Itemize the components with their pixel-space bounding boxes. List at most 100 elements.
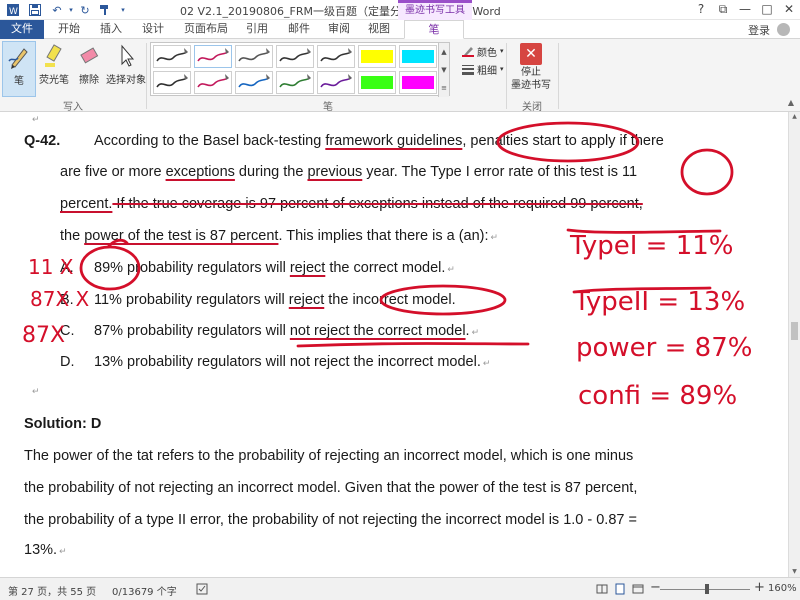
select-objects-button[interactable]: 选择对象 <box>106 41 146 97</box>
user-icon[interactable] <box>777 23 790 36</box>
pens-group-label: 笔 <box>323 102 333 113</box>
gallery-scroll-down-icon[interactable]: ▼ <box>438 61 449 79</box>
svg-text:W: W <box>9 7 18 17</box>
pen-swatch-2[interactable] <box>194 45 232 68</box>
option-a-text: 89% probability regulators will reject t… <box>94 260 455 276</box>
pen-tool-button[interactable]: 笔 <box>2 41 36 97</box>
option-d-text: 13% probability regulators will not reje… <box>94 354 490 370</box>
pen-swatch-8[interactable] <box>153 71 191 94</box>
pen-swatch-11[interactable] <box>276 71 314 94</box>
help-button[interactable]: ? <box>690 0 712 20</box>
pen-swatch-1[interactable] <box>153 45 191 68</box>
maximize-button[interactable]: □ <box>756 0 778 20</box>
pen-swatch-5[interactable] <box>317 45 355 68</box>
scroll-down-icon[interactable]: ▼ <box>789 567 800 577</box>
pen-swatch-12[interactable] <box>317 71 355 94</box>
zoom-out-button[interactable]: − <box>650 580 661 595</box>
gallery-more-icon[interactable]: ≡ <box>438 79 449 97</box>
underlined-text: reject <box>289 260 326 276</box>
text-run: 13%. <box>24 542 58 558</box>
tab-insert[interactable]: 插入 <box>94 20 128 39</box>
pen-stroke-icon <box>320 74 352 88</box>
group-separator <box>558 43 559 109</box>
close-button[interactable]: ✕ <box>778 0 800 20</box>
paragraph-mark: ↵ <box>447 264 455 274</box>
web-layout-icon[interactable] <box>632 583 644 595</box>
save-icon[interactable] <box>26 1 44 19</box>
text-run: year. The Type I error rate of this test… <box>362 164 638 180</box>
customize-qat-icon[interactable]: ▾ <box>114 1 132 19</box>
highlighter-swatch-icon <box>402 76 434 89</box>
zoom-level[interactable]: 160% <box>768 583 797 594</box>
tab-mailings[interactable]: 邮件 <box>282 20 316 39</box>
chevron-down-icon: ▾ <box>500 47 504 55</box>
pen-stroke-icon <box>279 74 311 88</box>
zoom-slider-thumb[interactable] <box>705 584 709 594</box>
pen-swatch-10[interactable] <box>235 71 273 94</box>
print-layout-icon[interactable] <box>614 583 626 595</box>
zoom-in-button[interactable]: + <box>754 580 765 595</box>
pen-swatch-13[interactable] <box>358 71 396 94</box>
solution-line-4: 13%. ↵ <box>24 542 67 558</box>
tab-review[interactable]: 审阅 <box>322 20 356 39</box>
question-number: Q-42. <box>24 133 61 149</box>
line-thickness-icon <box>462 65 474 75</box>
scrollbar-thumb[interactable] <box>791 322 798 340</box>
scroll-up-icon[interactable]: ▲ <box>789 112 800 122</box>
stop-inking-label-1: 停止 <box>521 67 541 78</box>
proofing-icon[interactable] <box>196 583 208 595</box>
ink-underline <box>566 228 722 234</box>
option-d-letter: D. <box>60 354 75 370</box>
ink-note-87x: 87X <box>22 323 65 348</box>
format-painter-icon[interactable] <box>96 1 114 19</box>
question-line-4: the power of the test is 87 percent. Thi… <box>60 228 498 244</box>
ink-thickness-button[interactable]: 粗细 ▾ <box>462 61 504 77</box>
underlined-text: reject <box>288 292 325 308</box>
stop-inking-button[interactable]: ✕ 停止 墨迹书写 <box>508 42 554 96</box>
pen-swatch-3[interactable] <box>235 45 273 68</box>
paragraph-mark: ↵ <box>32 114 40 124</box>
eraser-tool-button[interactable]: 擦除 <box>72 41 106 97</box>
tab-home[interactable]: 开始 <box>52 20 86 39</box>
option-c-letter: C. <box>60 323 75 339</box>
tab-references[interactable]: 引用 <box>240 20 274 39</box>
pen-swatch-14[interactable] <box>399 71 437 94</box>
pen-stroke-icon <box>156 48 188 62</box>
solution-line-3: the probability of a type II error, the … <box>24 512 637 528</box>
word-app-icon[interactable]: W <box>4 1 22 19</box>
collapse-ribbon-icon[interactable]: ▲ <box>788 98 794 107</box>
gallery-scroll-up-icon[interactable]: ▲ <box>438 43 449 61</box>
ribbon-display-options-button[interactable]: ⧉ <box>712 0 734 20</box>
question-line-1: According to the Basel back-testing fram… <box>94 133 664 149</box>
pen-swatch-4[interactable] <box>276 45 314 68</box>
underlined-text: power of the test is 87 percent <box>84 228 279 244</box>
tab-view[interactable]: 视图 <box>362 20 396 39</box>
write-group-label: 写入 <box>63 102 83 113</box>
chevron-down-icon: ▾ <box>500 65 504 73</box>
tab-layout[interactable]: 页面布局 <box>178 20 234 39</box>
redo-icon[interactable]: ↻ <box>76 1 94 19</box>
text-run: . <box>465 323 470 339</box>
text-run: 13% probability regulators will not reje… <box>94 354 481 370</box>
highlighter-tool-button[interactable]: 荧光笔 <box>36 41 72 97</box>
tab-design[interactable]: 设计 <box>136 20 170 39</box>
pen-swatch-6[interactable] <box>358 45 396 68</box>
tab-pen[interactable]: 笔 <box>404 20 464 39</box>
title-bar: W ↶ ▾ ↻ ▾ 02 V2.1_20190806_FRM一级百题（定量分析）… <box>0 0 800 20</box>
page-count[interactable]: 第 27 页，共 55 页 <box>8 583 96 598</box>
ink-color-button[interactable]: 颜色 ▾ <box>462 43 504 59</box>
minimize-button[interactable]: — <box>734 0 756 20</box>
pen-swatch-7[interactable] <box>399 45 437 68</box>
tab-file[interactable]: 文件 <box>0 20 44 39</box>
pen-stroke-icon <box>238 74 270 88</box>
document-page[interactable]: ↵ Q-42. According to the Basel back-test… <box>0 112 788 577</box>
pen-swatch-9[interactable] <box>194 71 232 94</box>
vertical-scrollbar[interactable]: ▲ ▼ <box>788 112 800 577</box>
highlighter-tool-label: 荧光笔 <box>39 75 69 86</box>
word-count[interactable]: 0/13679 个字 <box>112 583 177 598</box>
stop-inking-label-2: 墨迹书写 <box>511 80 551 91</box>
paragraph-mark: ↵ <box>32 386 40 396</box>
read-mode-icon[interactable] <box>596 583 608 595</box>
paragraph-mark: ↵ <box>490 232 499 242</box>
login-link[interactable]: 登录 <box>748 22 770 38</box>
